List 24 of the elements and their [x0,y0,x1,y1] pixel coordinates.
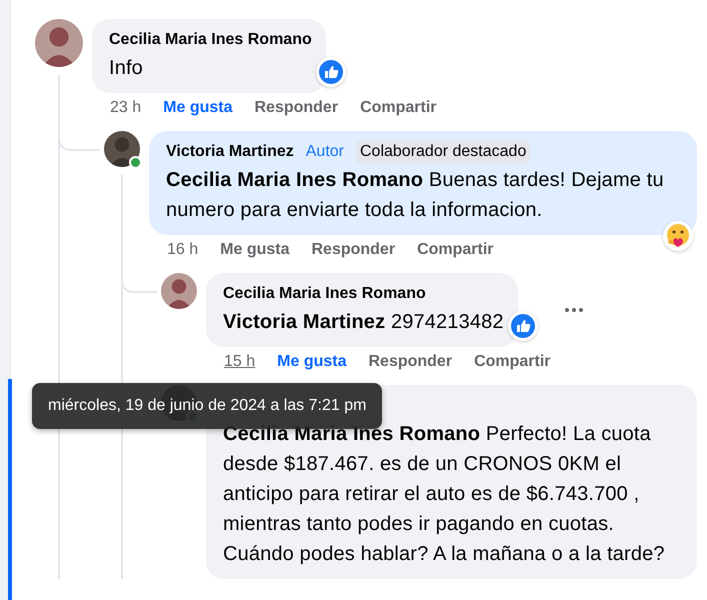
comment-action[interactable]: Me gusta [277,353,346,371]
comment-text: Cecilia Maria Ines Romano Buenas tardes! Dejame tu numero para enviarte toda la informacion. [166,168,665,223]
avatar[interactable] [161,273,197,309]
comment-action[interactable]: Me gusta [163,99,232,117]
comment-action[interactable]: Responder [254,99,338,117]
ellipsis-icon [564,307,584,313]
timestamp-link[interactable]: 23 h [110,99,142,117]
comment-action[interactable]: Responder [311,241,396,259]
author-role: Autor [304,142,345,162]
comment-action[interactable]: Responder [368,353,452,371]
timestamp-link[interactable]: 16 h [167,241,198,259]
comment-text: Info [109,56,144,81]
comment-action[interactable]: Compartir [360,99,437,117]
date-tooltip: miércoles, 19 de junio de 2024 a las 7:21 pm [32,383,382,429]
comment-action[interactable]: Me gusta [220,241,290,259]
author-name[interactable]: Victoria Martinez [166,143,294,161]
avatar[interactable] [35,19,83,67]
comment-action[interactable]: Compartir [417,241,494,259]
author-name[interactable]: Cecilia Maria Ines Romano [109,31,312,49]
comment-action[interactable]: Compartir [474,353,551,371]
author-name[interactable]: Cecilia Maria Ines Romano [223,285,426,303]
avatar[interactable] [104,131,140,167]
contributor-badge: Colaborador destacado [356,141,530,163]
comment-text: Victoria Martinez 2974213482 [223,310,504,335]
